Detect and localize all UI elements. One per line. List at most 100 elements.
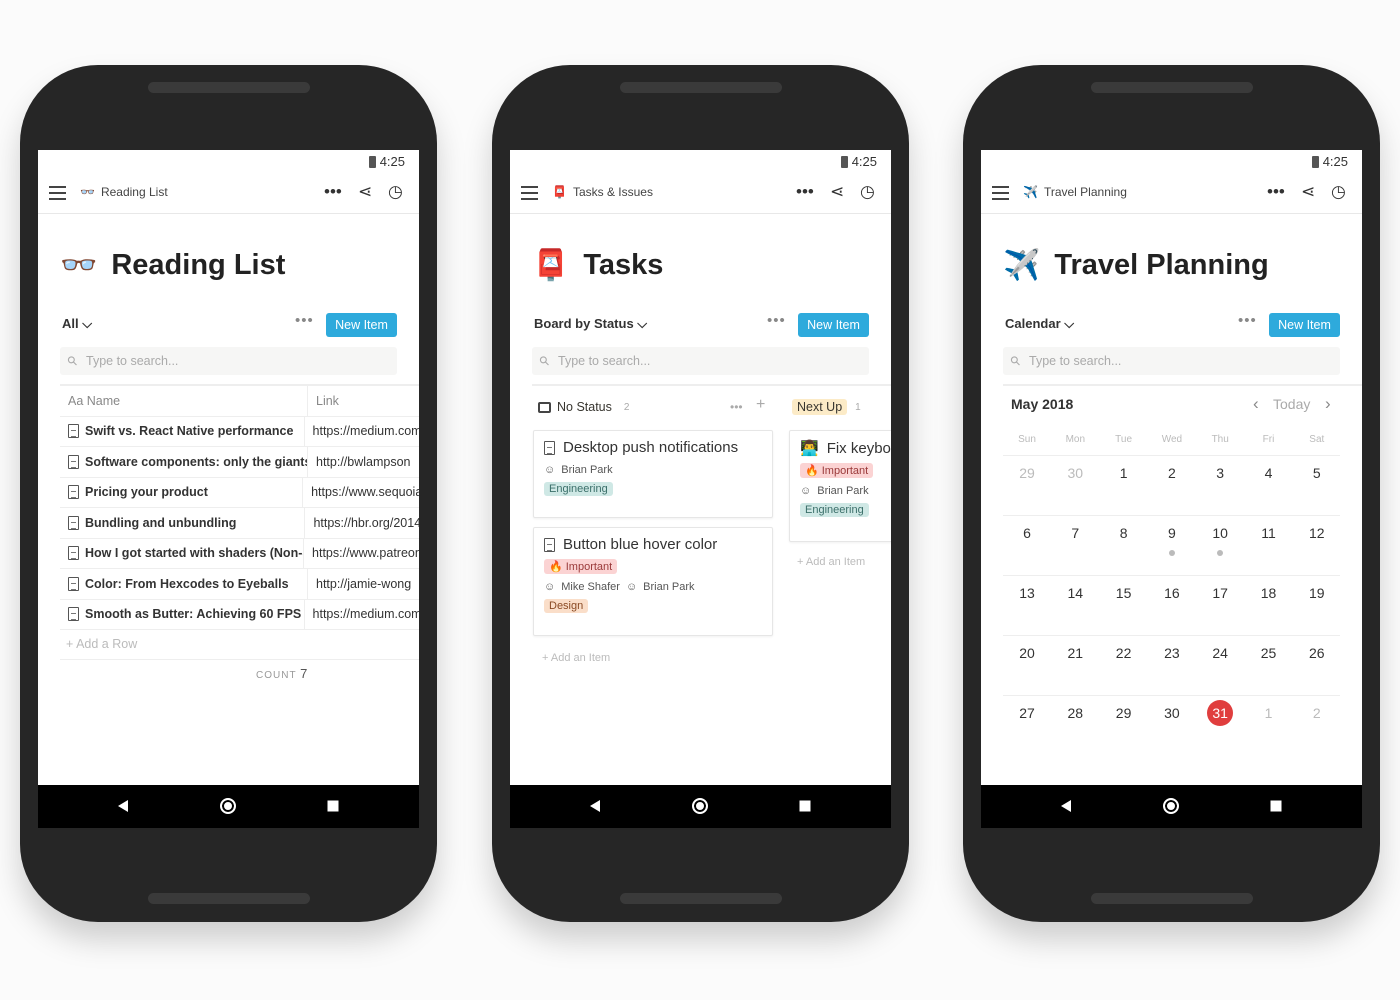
calendar-day[interactable]: 2 xyxy=(1152,465,1192,481)
add-item-button[interactable]: + Add an Item xyxy=(542,652,610,664)
board-card[interactable]: 👨‍💻Fix keyboard 🔥 Important ☺Brian Park … xyxy=(789,430,891,542)
calendar-day[interactable]: 10 xyxy=(1200,525,1240,541)
next-month-icon[interactable]: › xyxy=(1325,394,1331,414)
back-icon[interactable] xyxy=(590,800,600,812)
calendar-day[interactable]: 29 xyxy=(1104,705,1144,721)
more-icon[interactable]: ••• xyxy=(767,312,786,329)
calendar-day[interactable]: 27 xyxy=(1007,705,1047,721)
menu-icon[interactable] xyxy=(521,186,538,200)
recents-icon[interactable] xyxy=(1270,800,1282,812)
table-row[interactable]: Swift vs. React Native performance https:… xyxy=(60,416,419,447)
menu-icon[interactable] xyxy=(49,186,66,200)
calendar-day[interactable]: 4 xyxy=(1249,465,1289,481)
history-icon[interactable]: ◷ xyxy=(388,182,403,202)
column-add-icon[interactable]: + xyxy=(756,396,765,414)
history-icon[interactable]: ◷ xyxy=(860,182,875,202)
calendar-day[interactable]: 8 xyxy=(1104,525,1144,541)
share-icon[interactable]: ⋖ xyxy=(830,182,844,202)
calendar-day[interactable]: 30 xyxy=(1055,465,1095,481)
calendar-day[interactable]: 21 xyxy=(1055,645,1095,661)
prev-month-icon[interactable]: ‹ xyxy=(1253,394,1259,414)
view-selector[interactable]: Board by Status ⌵ xyxy=(534,316,647,332)
table-row[interactable]: Pricing your product https://www.sequoia xyxy=(60,477,419,508)
calendar-day[interactable]: 29 xyxy=(1007,465,1047,481)
share-icon[interactable]: ⋖ xyxy=(1301,182,1315,202)
board-card[interactable]: Desktop push notifications ☺ Brian Park E… xyxy=(533,430,773,518)
home-icon[interactable] xyxy=(692,798,708,814)
history-icon[interactable]: ◷ xyxy=(1331,182,1346,202)
event-dot[interactable] xyxy=(1168,550,1175,556)
calendar-day[interactable]: 5 xyxy=(1297,465,1337,481)
calendar-day[interactable]: 12 xyxy=(1297,525,1337,541)
calendar-day[interactable]: 7 xyxy=(1055,525,1095,541)
view-selector[interactable]: Calendar ⌵ xyxy=(1005,316,1074,332)
calendar-day[interactable]: 26 xyxy=(1297,645,1337,661)
calendar-day[interactable]: 16 xyxy=(1152,585,1192,601)
calendar-day[interactable]: 28 xyxy=(1055,705,1095,721)
table-row[interactable]: Color: From Hexcodes to Eyeballs http://j… xyxy=(60,569,419,600)
calendar-day[interactable]: 9 xyxy=(1152,525,1192,541)
breadcrumb[interactable]: 👓 Reading List xyxy=(80,185,168,199)
calendar-day[interactable]: 14 xyxy=(1055,585,1095,601)
link-cell[interactable]: http://bwlampson xyxy=(308,455,411,469)
calendar-day[interactable]: 1 xyxy=(1104,465,1144,481)
name-cell[interactable]: How I got started with shaders (Non-Spoi… xyxy=(60,538,305,568)
table-row[interactable]: How I got started with shaders (Non-Spoi… xyxy=(60,538,419,569)
more-icon[interactable]: ••• xyxy=(1267,182,1285,202)
calendar-day[interactable]: 31 xyxy=(1200,700,1240,726)
name-cell[interactable]: Smooth as Butter: Achieving 60 FPS Anima… xyxy=(60,599,305,629)
more-icon[interactable]: ••• xyxy=(796,182,814,202)
more-icon[interactable]: ••• xyxy=(1238,312,1257,329)
search-input[interactable]: Type to search... xyxy=(60,347,397,375)
new-item-button[interactable]: New Item xyxy=(798,313,869,337)
calendar-day[interactable]: 1 xyxy=(1249,705,1289,721)
calendar-day[interactable]: 24 xyxy=(1200,645,1240,661)
today-button[interactable]: Today xyxy=(1273,396,1310,412)
table-row[interactable]: Smooth as Butter: Achieving 60 FPS Anima… xyxy=(60,599,419,630)
more-icon[interactable]: ••• xyxy=(295,312,314,329)
calendar-day[interactable]: 22 xyxy=(1104,645,1144,661)
calendar-day[interactable]: 13 xyxy=(1007,585,1047,601)
search-input[interactable]: Type to search... xyxy=(532,347,869,375)
column-more-icon[interactable]: ••• xyxy=(730,400,743,414)
link-cell[interactable]: https://medium.com xyxy=(305,424,419,438)
calendar-day[interactable]: 6 xyxy=(1007,525,1047,541)
calendar-day[interactable]: 17 xyxy=(1200,585,1240,601)
table-row[interactable]: Bundling and unbundling https://hbr.org/2… xyxy=(60,508,419,539)
calendar-day[interactable]: 20 xyxy=(1007,645,1047,661)
new-item-button[interactable]: New Item xyxy=(1269,313,1340,337)
share-icon[interactable]: ⋖ xyxy=(358,182,372,202)
recents-icon[interactable] xyxy=(799,800,811,812)
breadcrumb[interactable]: ✈️ Travel Planning xyxy=(1023,185,1127,199)
name-cell[interactable]: Pricing your product xyxy=(60,477,304,507)
breadcrumb[interactable]: 📮 Tasks & Issues xyxy=(552,185,653,199)
back-icon[interactable] xyxy=(118,800,128,812)
link-cell[interactable]: https://medium.com xyxy=(305,607,419,621)
add-item-button[interactable]: + Add an Item xyxy=(797,556,865,568)
calendar-day[interactable]: 23 xyxy=(1152,645,1192,661)
event-dot[interactable] xyxy=(1217,550,1224,556)
calendar-day[interactable]: 3 xyxy=(1200,465,1240,481)
calendar-day[interactable]: 25 xyxy=(1249,645,1289,661)
calendar-day[interactable]: 19 xyxy=(1297,585,1337,601)
menu-icon[interactable] xyxy=(992,186,1009,200)
search-input[interactable]: Type to search... xyxy=(1003,347,1340,375)
column-header-link[interactable]: Link xyxy=(308,394,339,408)
add-row-button[interactable]: + Add a Row xyxy=(60,629,419,660)
home-icon[interactable] xyxy=(1163,798,1179,814)
more-icon[interactable]: ••• xyxy=(324,182,342,202)
calendar-day[interactable]: 11 xyxy=(1249,525,1289,541)
view-selector[interactable]: All ⌵ xyxy=(62,316,92,332)
recents-icon[interactable] xyxy=(327,800,339,812)
link-cell[interactable]: https://www.sequoia xyxy=(303,485,419,499)
home-icon[interactable] xyxy=(220,798,236,814)
link-cell[interactable]: http://jamie-wong xyxy=(308,577,411,591)
table-row[interactable]: Software components: only the giants http… xyxy=(60,447,419,478)
name-cell[interactable]: Software components: only the giants xyxy=(60,447,308,477)
name-cell[interactable]: Swift vs. React Native performance xyxy=(60,416,305,446)
calendar-day[interactable]: 15 xyxy=(1104,585,1144,601)
board-card[interactable]: Button blue hover color 🔥 Important ☺ Mik… xyxy=(533,527,773,636)
calendar-day[interactable]: 30 xyxy=(1152,705,1192,721)
column-header-name[interactable]: Aa Name xyxy=(60,386,308,416)
link-cell[interactable]: https://www.patreon xyxy=(304,546,419,560)
